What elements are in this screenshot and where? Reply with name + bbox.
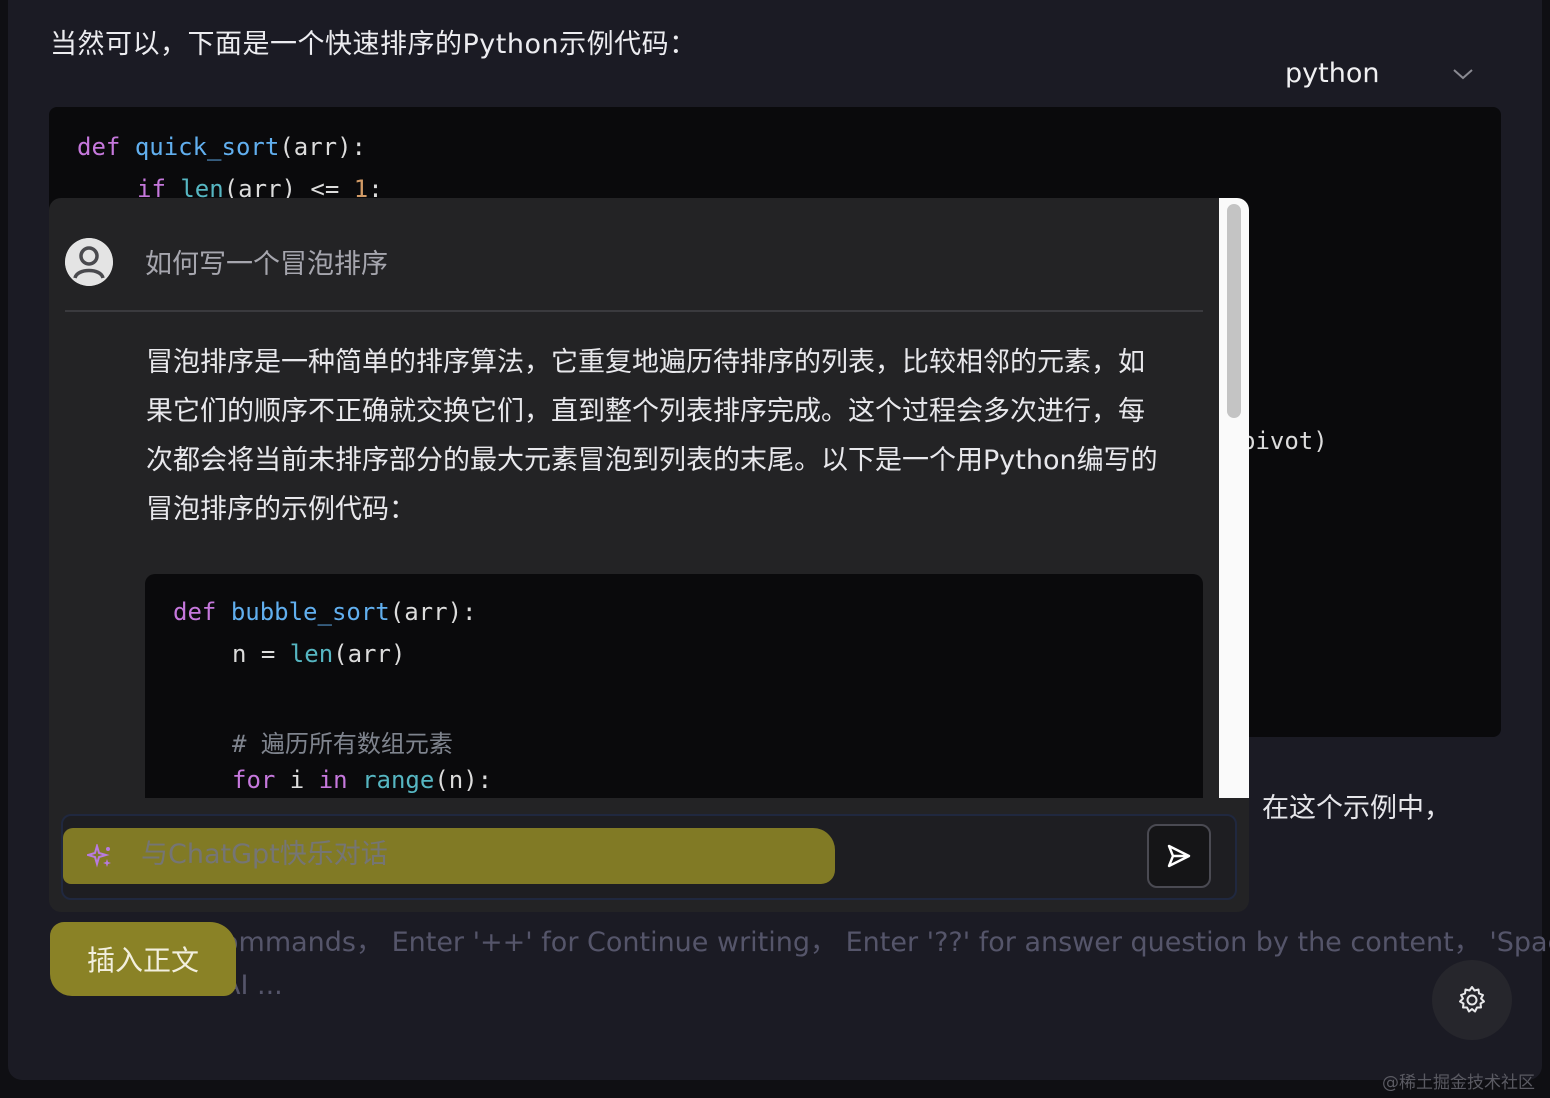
send-button[interactable]: [1147, 824, 1211, 888]
explanation-text: 在这个示例中，: [1262, 793, 1451, 824]
code-line: def bubble_sort(arr):: [173, 598, 477, 626]
user-question: 如何写一个冒泡排序: [145, 249, 388, 280]
sparkle-icon: [87, 844, 111, 868]
assistant-answer: 冒泡排序是一种简单的排序算法，它重复地遍历待排序的列表，比较相邻的元素，如 果它…: [146, 347, 1158, 525]
intro-text: 当然可以，下面是一个快速排序的Python示例代码：: [50, 29, 697, 60]
divider: [65, 310, 1203, 312]
chat-input[interactable]: [139, 838, 743, 871]
chat-input-bar: [49, 798, 1249, 912]
code-line: n = len(arr): [232, 640, 406, 668]
watermark: @稀土掘金技术社区: [1382, 1073, 1535, 1093]
settings-button[interactable]: [1432, 960, 1512, 1040]
chevron-down-icon[interactable]: [1452, 66, 1474, 82]
scrollbar-thumb[interactable]: [1227, 204, 1241, 418]
code-line: def quick_sort(arr):: [77, 133, 367, 161]
chat-popup: 如何写一个冒泡排序 冒泡排序是一种简单的排序算法，它重复地遍历待排序的列表，比较…: [49, 198, 1249, 798]
send-icon: [1167, 844, 1191, 868]
code-line: for i in range(n):: [232, 766, 493, 794]
command-hint: ommands， Enter '++' for Continue writing…: [222, 927, 1550, 958]
insert-body-button[interactable]: 插入正文: [50, 922, 236, 996]
code-line: pivot): [1241, 427, 1328, 455]
gear-icon: [1459, 986, 1485, 1013]
code-comment: # 遍历所有数组元素: [232, 730, 453, 758]
user-avatar-icon: [65, 238, 113, 286]
language-select[interactable]: python: [1285, 58, 1379, 89]
scrollbar[interactable]: [1219, 198, 1249, 798]
answer-code-block: def bubble_sort(arr): n = len(arr) # 遍历所…: [145, 574, 1203, 798]
